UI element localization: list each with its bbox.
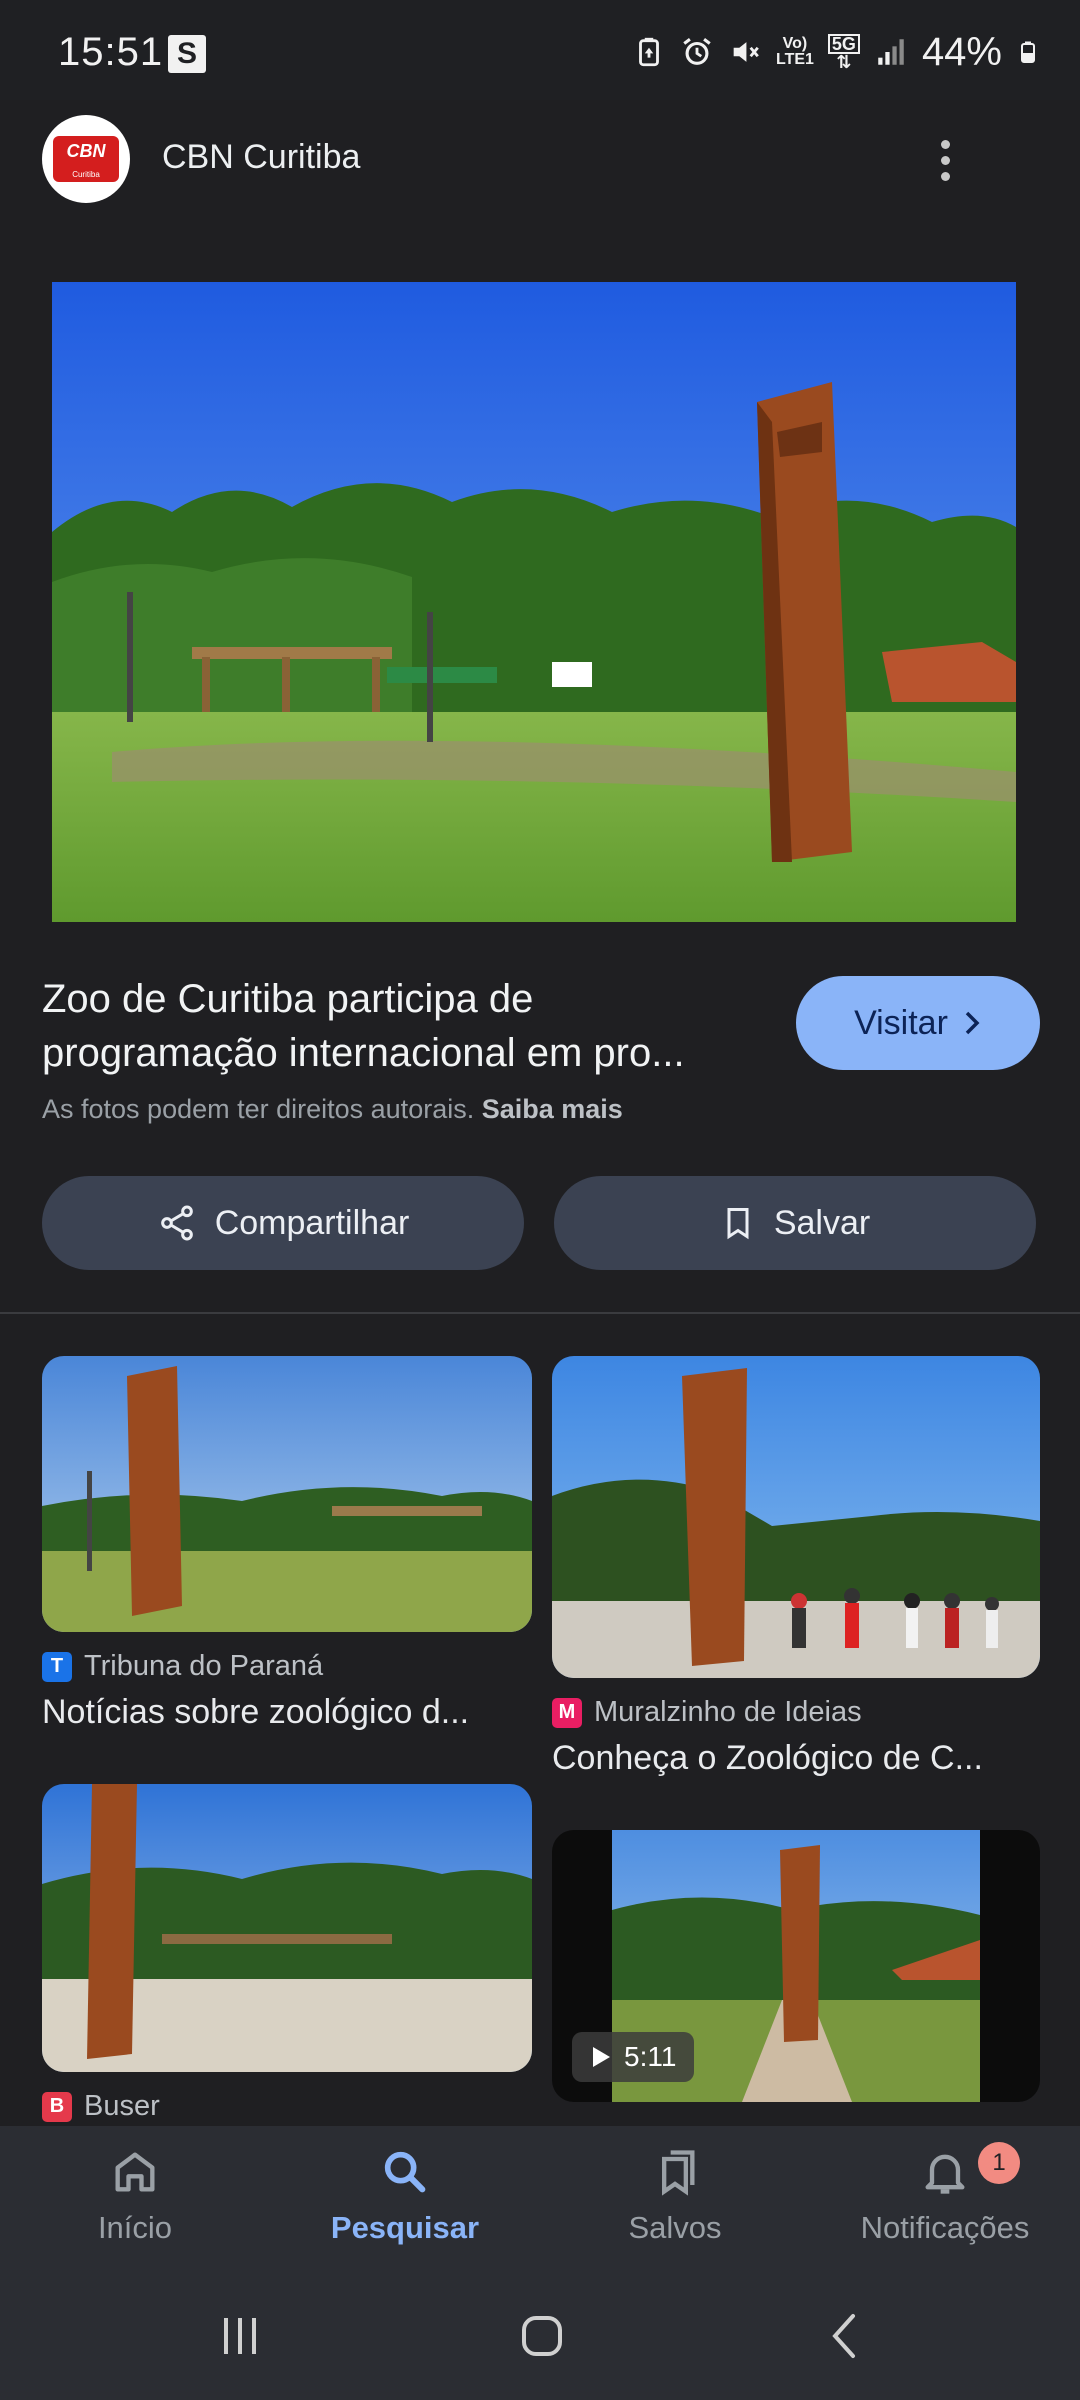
- related-source: M Muralzinho de Ideias: [552, 1696, 1040, 1729]
- battery-saver-icon: [639, 37, 659, 67]
- related-source: T Tribuna do Paraná: [42, 1650, 532, 1683]
- related-card[interactable]: M Muralzinho de Ideias Conheça o Zoológi…: [552, 1356, 1040, 1778]
- related-card[interactable]: T Tribuna do Paraná Notícias sobre zooló…: [42, 1356, 532, 1732]
- publisher-name[interactable]: CBN Curitiba: [162, 138, 360, 177]
- mute-icon: [733, 42, 759, 62]
- viewer-header: CBN Curitiba CBN Curitiba: [0, 100, 1080, 220]
- nav-notifications[interactable]: Notificações 1: [810, 2126, 1080, 2266]
- home-button[interactable]: [512, 2306, 572, 2366]
- home-icon: [115, 2152, 155, 2192]
- save-label: Salvar: [773, 1203, 871, 1242]
- copyright-notice: As fotos podem ter direitos autorais. Sa…: [42, 1094, 623, 1124]
- divider: [0, 1312, 1080, 1314]
- related-title[interactable]: Notícias sobre zoológico d...: [42, 1693, 532, 1732]
- learn-more-link[interactable]: Saiba mais: [482, 1094, 623, 1124]
- play-icon: [593, 2047, 610, 2067]
- nav-search[interactable]: Pesquisar: [270, 2126, 540, 2266]
- recents-button[interactable]: [210, 2306, 270, 2366]
- signal-icon: [878, 39, 904, 65]
- visit-button[interactable]: Visitar: [796, 976, 1040, 1070]
- video-duration-badge: 5:11: [572, 2032, 695, 2082]
- visit-label: Visitar: [854, 1003, 948, 1042]
- system-navigation-bar: [0, 2266, 1080, 2400]
- nav-home[interactable]: Início: [0, 2126, 270, 2266]
- tribuna-logo-icon: T: [42, 1651, 72, 1682]
- status-time: 15:51: [58, 30, 164, 74]
- search-icon: [384, 2151, 426, 2193]
- related-title[interactable]: Conheça o Zoológico de C...: [552, 1739, 1040, 1778]
- share-icon: [160, 1205, 193, 1241]
- article-title[interactable]: Zoo de Curitiba participa de programação…: [42, 972, 782, 1080]
- back-icon: [832, 2314, 855, 2358]
- related-card[interactable]: B Buser: [42, 1784, 532, 2123]
- back-button[interactable]: [815, 2306, 875, 2366]
- volte-indicator: Vo) LTE1: [775, 35, 814, 68]
- bookmarks-icon: [662, 2150, 695, 2196]
- related-thumbnail[interactable]: [552, 1356, 1040, 1678]
- status-bar: 15:51 S Vo) LTE1 5G ⇅ 44%: [0, 0, 1080, 100]
- related-video-thumbnail[interactable]: 5:11: [552, 1830, 1040, 2102]
- chevron-right-icon: [965, 1011, 980, 1035]
- battery-icon: [1021, 41, 1035, 63]
- more-options-icon[interactable]: [920, 130, 970, 190]
- recents-icon: [224, 2318, 256, 2354]
- related-thumbnail[interactable]: [42, 1356, 532, 1632]
- save-button[interactable]: Salvar: [554, 1176, 1036, 1270]
- bell-icon: [925, 2154, 965, 2194]
- buser-logo-icon: B: [42, 2091, 72, 2122]
- share-button[interactable]: Compartilhar: [42, 1176, 524, 1270]
- bottom-navigation: Início Pesquisar Salvos Notificações 1: [0, 2126, 1080, 2266]
- notification-s-icon: S: [168, 35, 206, 73]
- nav-saved[interactable]: Salvos: [540, 2126, 810, 2266]
- 5g-indicator: 5G ⇅: [827, 34, 860, 71]
- battery-percent: 44%: [921, 29, 1002, 74]
- status-icons: Vo) LTE1 5G ⇅ 44%: [632, 28, 1040, 76]
- notification-count-badge: 1: [978, 2142, 1020, 2184]
- alarm-icon: [683, 38, 711, 65]
- bookmark-icon: [727, 1208, 749, 1240]
- publisher-logo[interactable]: CBN Curitiba: [42, 115, 130, 203]
- related-source: B Buser: [42, 2090, 532, 2123]
- share-label: Compartilhar: [214, 1203, 410, 1242]
- muralzinho-logo-icon: M: [552, 1697, 582, 1728]
- related-card[interactable]: 5:11: [552, 1830, 1040, 2102]
- main-image[interactable]: [52, 282, 1016, 922]
- related-thumbnail[interactable]: [42, 1784, 532, 2072]
- home-circle-icon: [522, 2316, 562, 2356]
